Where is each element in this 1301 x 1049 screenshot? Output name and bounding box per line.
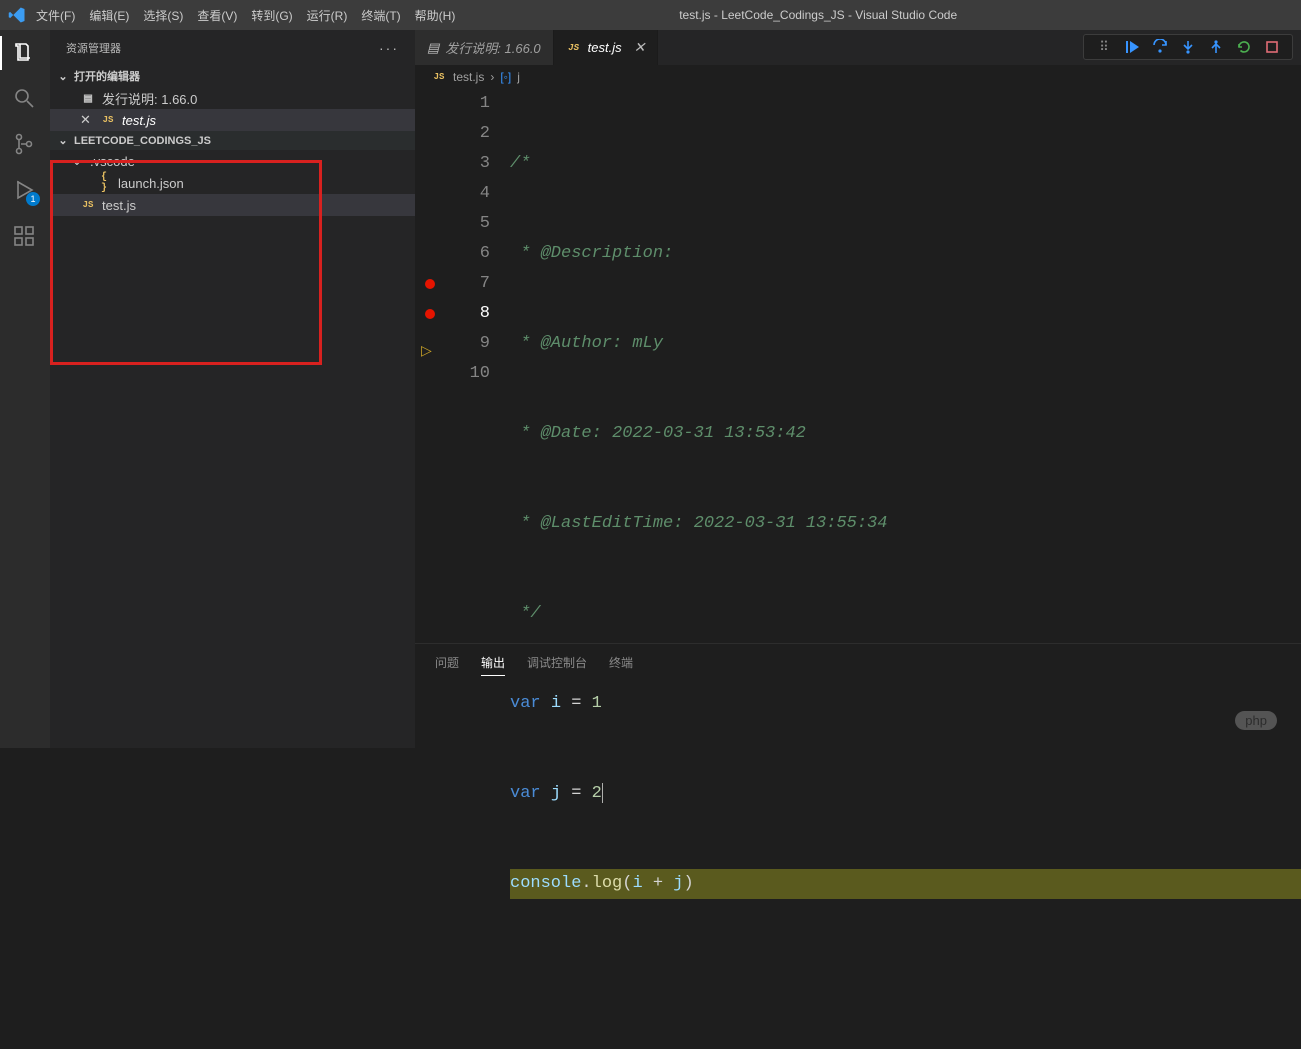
breakpoint-icon[interactable] xyxy=(425,279,435,289)
vscode-logo-icon xyxy=(8,6,26,24)
js-file-icon: JS xyxy=(431,72,447,82)
explorer-more-icon[interactable]: ··· xyxy=(379,40,399,56)
project-section[interactable]: ⌄ LEETCODE_CODINGS_JS xyxy=(50,131,415,150)
explorer-sidebar: 资源管理器 ··· ⌄ 打开的编辑器 ▤ 发行说明: 1.66.0 ✕ JS t… xyxy=(50,30,415,748)
menu-view[interactable]: 查看(V) xyxy=(197,7,237,24)
step-out-icon[interactable] xyxy=(1206,37,1226,57)
chevron-down-icon: ⌄ xyxy=(56,134,70,147)
line-number: 7 xyxy=(480,274,490,293)
js-file-icon: JS xyxy=(80,200,96,210)
file-test-js[interactable]: JS test.js xyxy=(50,194,415,216)
open-editors-section[interactable]: ⌄ 打开的编辑器 xyxy=(50,65,415,87)
stop-icon[interactable] xyxy=(1262,37,1282,57)
tab-test-js[interactable]: JS test.js ✕ xyxy=(554,30,659,65)
debug-badge: 1 xyxy=(26,192,40,206)
text-cursor xyxy=(602,783,603,803)
extensions-icon[interactable] xyxy=(12,224,38,250)
file-launch-json[interactable]: { } launch.json xyxy=(50,172,415,194)
menu-file[interactable]: 文件(F) xyxy=(36,7,75,24)
tab-release-label: 发行说明: 1.66.0 xyxy=(445,38,540,57)
open-editor-release-label: 发行说明: 1.66.0 xyxy=(102,89,197,108)
file-test-label: test.js xyxy=(102,198,136,213)
folder-vscode-label: .vscode xyxy=(90,154,135,169)
line-number: 9 xyxy=(480,334,490,353)
source-control-icon[interactable] xyxy=(12,132,38,158)
editor-area: ▤ 发行说明: 1.66.0 JS test.js ✕ ⠿ xyxy=(415,30,1301,748)
line-number: 3 xyxy=(480,154,490,173)
code-line: /* xyxy=(510,154,530,173)
search-icon[interactable] xyxy=(12,86,38,112)
debug-icon[interactable]: 1 xyxy=(12,178,38,204)
breadcrumb-file[interactable]: test.js xyxy=(453,70,484,84)
code-line xyxy=(510,959,1301,989)
panel-tab-problems[interactable]: 问题 xyxy=(435,650,459,676)
open-editor-testjs-label: test.js xyxy=(122,113,156,128)
open-editor-testjs[interactable]: ✕ JS test.js xyxy=(50,109,415,131)
close-icon[interactable]: ✕ xyxy=(634,39,646,56)
document-icon: ▤ xyxy=(427,40,439,56)
window-title: test.js - LeetCode_Codings_JS - Visual S… xyxy=(455,8,1301,22)
title-bar: 文件(F) 编辑(E) 选择(S) 查看(V) 转到(G) 运行(R) 终端(T… xyxy=(0,0,1301,30)
menu-run[interactable]: 运行(R) xyxy=(307,7,348,24)
code-editor[interactable]: 1 2 3 4 5 6 7 8 ▷9 10 /* * @Description:… xyxy=(415,89,1301,643)
symbol-variable-icon: [◦] xyxy=(500,70,511,84)
code-line: */ xyxy=(510,604,541,623)
chevron-down-icon: ⌄ xyxy=(56,70,70,83)
open-editor-release-notes[interactable]: ▤ 发行说明: 1.66.0 xyxy=(50,87,415,109)
close-icon[interactable]: ✕ xyxy=(80,112,94,128)
code-line: * @Description: xyxy=(510,244,683,263)
editor-tabs: ▤ 发行说明: 1.66.0 JS test.js ✕ ⠿ xyxy=(415,30,1301,65)
project-label: LEETCODE_CODINGS_JS xyxy=(74,135,211,147)
menu-terminal[interactable]: 终端(T) xyxy=(361,7,400,24)
line-number: 2 xyxy=(480,124,490,143)
continue-icon[interactable] xyxy=(1122,37,1142,57)
folder-vscode[interactable]: ⌄ .vscode xyxy=(50,150,415,172)
panel-tab-output[interactable]: 输出 xyxy=(481,650,505,676)
debug-toolbar[interactable]: ⠿ xyxy=(1083,34,1293,60)
tab-test-label: test.js xyxy=(588,40,622,55)
breadcrumb-symbol[interactable]: j xyxy=(517,70,520,84)
menu-go[interactable]: 转到(G) xyxy=(251,7,292,24)
code-line: * @Date: 2022-03-31 13:53:42 xyxy=(510,424,806,443)
code-line: var j = 2 xyxy=(510,779,1301,809)
step-into-icon[interactable] xyxy=(1178,37,1198,57)
file-launch-label: launch.json xyxy=(118,176,184,191)
chevron-right-icon: › xyxy=(490,70,494,84)
json-file-icon: { } xyxy=(96,172,112,194)
explorer-icon[interactable] xyxy=(12,40,38,66)
code-line: * @Author: mLy xyxy=(510,334,663,353)
tab-release-notes[interactable]: ▤ 发行说明: 1.66.0 xyxy=(415,30,554,65)
code-line: * @LastEditTime: 2022-03-31 13:55:34 xyxy=(510,514,887,533)
watermark: php xyxy=(1235,711,1277,730)
line-number: 4 xyxy=(480,184,490,203)
breadcrumb[interactable]: JS test.js › [◦] j xyxy=(415,65,1301,89)
line-number: 6 xyxy=(480,244,490,263)
js-file-icon: JS xyxy=(100,115,116,125)
menu-help[interactable]: 帮助(H) xyxy=(415,7,456,24)
code-content[interactable]: /* * @Description: * @Author: mLy * @Dat… xyxy=(510,89,1301,643)
chevron-down-icon: ⌄ xyxy=(70,153,84,169)
main-menu: 文件(F) 编辑(E) 选择(S) 查看(V) 转到(G) 运行(R) 终端(T… xyxy=(36,7,455,24)
breakpoint-icon[interactable] xyxy=(425,309,435,319)
explorer-title: 资源管理器 xyxy=(66,40,121,56)
line-number-active: 8 xyxy=(480,304,490,323)
step-over-icon[interactable] xyxy=(1150,37,1170,57)
menu-select[interactable]: 选择(S) xyxy=(143,7,183,24)
line-number: 10 xyxy=(470,364,490,383)
line-number: 1 xyxy=(480,94,490,113)
open-editors-label: 打开的编辑器 xyxy=(74,68,140,84)
restart-icon[interactable] xyxy=(1234,37,1254,57)
drag-handle-icon[interactable]: ⠿ xyxy=(1094,37,1114,57)
document-icon: ▤ xyxy=(80,91,96,106)
code-line-highlighted: console.log(i + j) xyxy=(510,869,1301,899)
js-file-icon: JS xyxy=(566,43,582,53)
menu-edit[interactable]: 编辑(E) xyxy=(89,7,129,24)
code-line: var i = 1 xyxy=(510,689,1301,719)
line-number: 5 xyxy=(480,214,490,233)
activity-bar: 1 xyxy=(0,30,50,748)
line-gutter: 1 2 3 4 5 6 7 8 ▷9 10 xyxy=(415,89,510,643)
